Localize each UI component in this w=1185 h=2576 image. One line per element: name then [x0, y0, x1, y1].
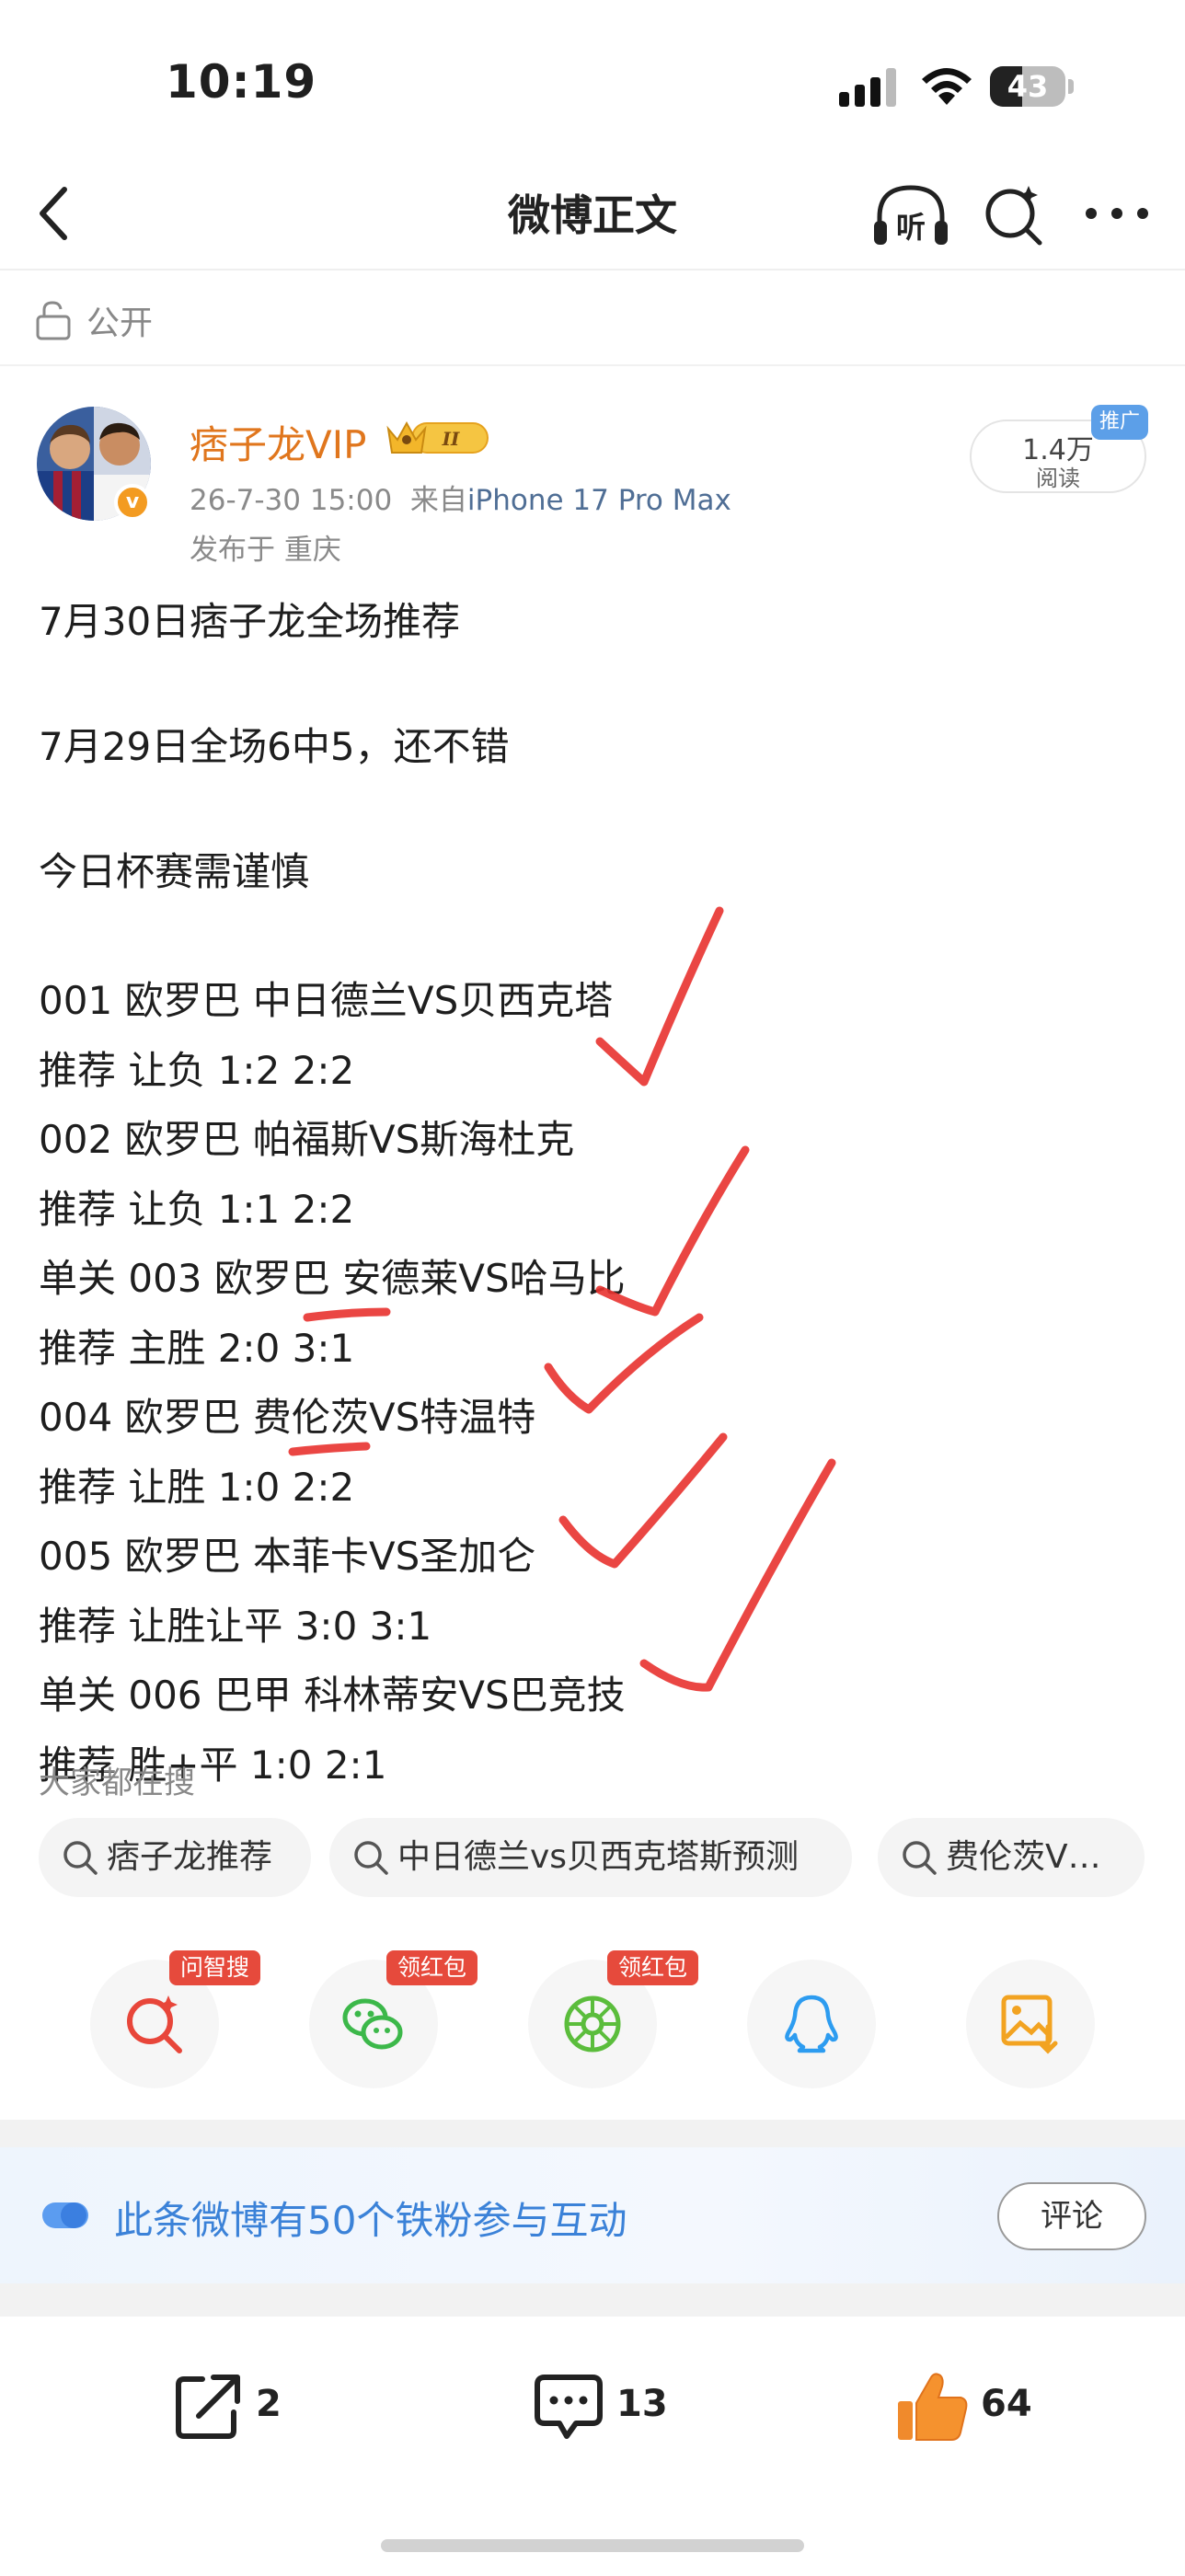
hot-search-title: 大家都在搜 — [39, 1765, 195, 1801]
visibility-row: 公开 — [0, 272, 1185, 366]
repost-count: 2 — [256, 2383, 282, 2425]
post-line: 001 欧罗巴 中日德兰VS贝西克塔 — [39, 978, 614, 1023]
search-icon — [354, 1841, 388, 1875]
battery-icon: 43 — [990, 66, 1075, 107]
post-line: 单关 003 欧罗巴 安德莱VS哈马比 — [39, 1256, 626, 1301]
lock-open-icon — [36, 301, 71, 340]
post-line: 推荐 主胜 2:0 3:1 — [39, 1325, 355, 1371]
home-indicator — [381, 2539, 804, 2552]
post-line: 推荐 胜+平 1:0 2:1 — [39, 1742, 387, 1788]
post-line: 单关 006 巴甲 科林蒂安VS巴竞技 — [39, 1673, 626, 1718]
search-icon — [63, 1841, 98, 1875]
post-meta: 26-7-30 15:00 来自iPhone 17 Pro Max — [190, 477, 731, 518]
source-prefix: 来自 — [409, 484, 467, 517]
post-line: 7月30日痞子龙全场推荐 — [39, 599, 461, 644]
divider — [0, 2120, 1185, 2147]
action-bar: 2 13 64 — [0, 2337, 1185, 2484]
vip-level: II — [442, 428, 460, 450]
views-label: 阅读 — [1036, 466, 1080, 491]
like-button[interactable]: 64 — [896, 2370, 1062, 2444]
like-count: 64 — [981, 2383, 1032, 2425]
hot-search-chip-label: 中日德兰vs贝西克塔斯预测 — [397, 1838, 800, 1876]
post-body: 7月30日痞子龙全场推荐 7月29日全场6中5，还不错 今日杯赛需谨慎 001 欧罗巴… — [39, 591, 1143, 1800]
share-qq-button[interactable] — [747, 1960, 876, 2088]
wifi-icon — [922, 68, 972, 105]
listen-label: 听 — [895, 210, 926, 245]
divider — [0, 2283, 1185, 2317]
fan-banner[interactable]: 此条微博有50个铁粉参与互动 评论 — [0, 2147, 1185, 2283]
post-line: 推荐 让负 1:2 2:2 — [39, 1047, 355, 1093]
author-name[interactable]: 痞子龙VIP — [190, 414, 366, 470]
share-tag-badge: 问智搜 — [169, 1950, 261, 1985]
repost-icon — [176, 2375, 240, 2439]
fan-toggle-icon — [42, 2202, 88, 2228]
hot-search-chip[interactable]: 痞子龙推荐 — [39, 1818, 311, 1897]
like-thumb-icon — [898, 2373, 968, 2441]
post-device[interactable]: iPhone 17 Pro Max — [467, 484, 731, 517]
search-icon — [903, 1841, 937, 1875]
vip-crown-icon: II — [386, 420, 489, 454]
hot-search-chip-label: 费伦茨V… — [946, 1838, 1101, 1876]
post-line: 005 欧罗巴 本菲卡VS圣加仑 — [39, 1534, 536, 1579]
comment-button[interactable]: 评论 — [997, 2182, 1146, 2250]
post-line: 002 欧罗巴 帕福斯VS斯海杜克 — [39, 1117, 575, 1162]
share-tag-badge: 领红包 — [607, 1950, 699, 1985]
status-time: 10:19 — [166, 55, 317, 109]
hot-search-chip-label: 痞子龙推荐 — [107, 1838, 273, 1876]
share-tag-badge: 领红包 — [386, 1950, 478, 1985]
promo-tag: 推广 — [1091, 405, 1148, 440]
post-location: 发布于 重庆 — [190, 534, 341, 567]
hot-search-chip[interactable]: 中日德兰vs贝西克塔斯预测 — [329, 1818, 852, 1897]
status-bar: 10:19 43 — [0, 0, 1185, 156]
more-icon[interactable] — [1080, 184, 1154, 243]
hot-search-chip[interactable]: 费伦茨V… — [878, 1818, 1145, 1897]
post-line: 7月29日全场6中5，还不错 — [39, 724, 510, 769]
nav-bar: 微博正文 听 — [0, 156, 1185, 270]
verified-badge: v — [114, 484, 151, 521]
fan-banner-text: 此条微博有50个铁粉参与互动 — [114, 2198, 627, 2243]
listen-button[interactable]: 听 — [872, 180, 949, 250]
comment-count: 13 — [616, 2383, 668, 2425]
post-line: 推荐 让负 1:1 2:2 — [39, 1186, 355, 1232]
post-line: 今日杯赛需谨慎 — [39, 849, 310, 894]
cellular-signal-icon — [839, 66, 898, 107]
visibility-label: 公开 — [86, 305, 154, 342]
comment-icon — [535, 2375, 603, 2439]
ai-search-icon[interactable] — [981, 182, 1047, 248]
post-line: 004 欧罗巴 费伦茨VS特温特 — [39, 1395, 536, 1440]
share-save-image-button[interactable] — [966, 1960, 1095, 2088]
post-line: 推荐 让胜让平 3:0 3:1 — [39, 1603, 432, 1649]
repost-button[interactable]: 2 — [171, 2370, 318, 2444]
battery-percent: 43 — [1007, 69, 1049, 104]
post-line: 推荐 让胜 1:0 2:2 — [39, 1464, 355, 1510]
post-date: 26-7-30 15:00 — [190, 484, 393, 517]
comment-action-button[interactable]: 13 — [532, 2370, 697, 2444]
